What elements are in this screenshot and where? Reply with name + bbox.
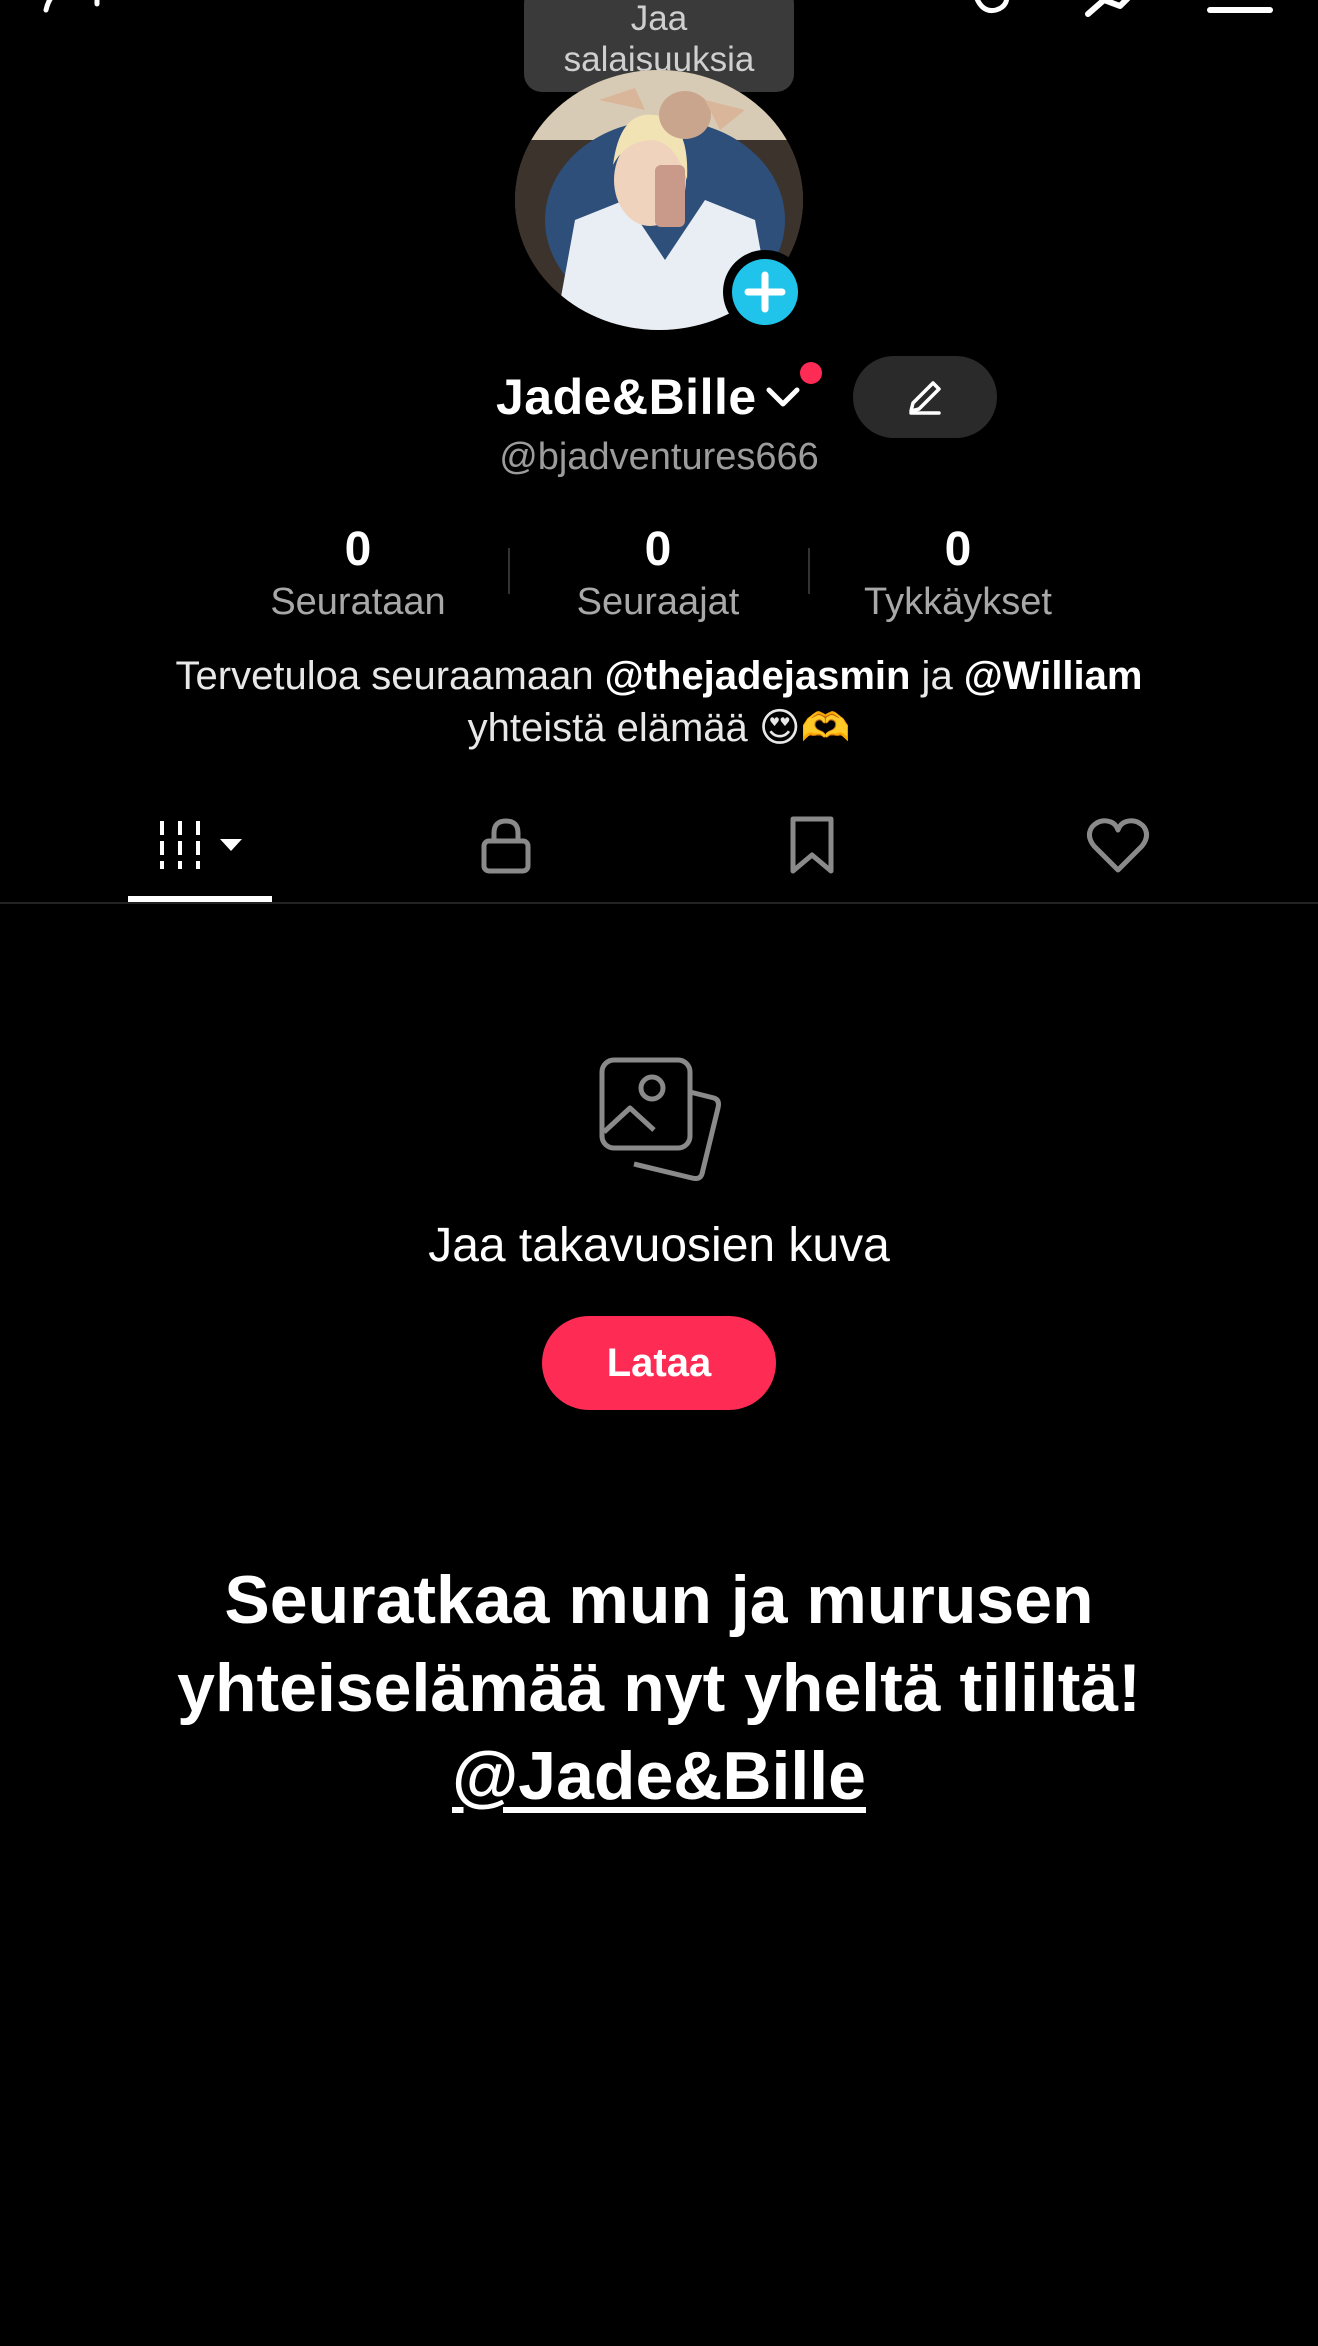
add-story-button[interactable]	[723, 250, 807, 334]
overlay-line1: Seuratkaa mun ja murusen	[224, 1562, 1094, 1638]
overlay-line2: yhteiselämää nyt yheltä tililtä!	[177, 1650, 1141, 1726]
chevron-down-icon	[766, 387, 800, 407]
plus-icon	[732, 259, 798, 325]
account-switcher[interactable]: Jade&Bille	[496, 362, 803, 432]
tab-videos[interactable]	[128, 800, 272, 890]
grid-icon	[160, 821, 242, 869]
upload-button[interactable]: Lataa	[542, 1316, 776, 1410]
lock-icon	[481, 818, 531, 874]
stat-value: 0	[644, 523, 672, 576]
stat-following[interactable]: 0 Seurataan	[208, 522, 508, 626]
tab-liked[interactable]	[1046, 800, 1190, 890]
empty-state-title: Jaa takavuosien kuva	[428, 1219, 890, 1272]
bio-mention-link[interactable]: @William	[964, 654, 1143, 698]
tab-saved[interactable]	[740, 800, 884, 890]
photo-icon	[599, 1057, 721, 1181]
bio-text: ja	[910, 654, 964, 698]
bio-text-line2: yhteistä elämää 😍🫶	[467, 706, 851, 750]
username-handle: @bjadventures666	[499, 436, 819, 478]
display-name: Jade&Bille	[496, 369, 757, 425]
heart-icon	[1086, 818, 1150, 873]
add-friend-icon[interactable]	[40, 0, 112, 20]
stat-value: 0	[944, 523, 972, 576]
tab-private[interactable]	[434, 800, 578, 890]
stat-followers[interactable]: 0 Seuraajat	[508, 522, 808, 626]
pencil-icon	[909, 381, 941, 415]
menu-icon[interactable]	[1204, 0, 1276, 20]
overlay-mention: @Jade&Bille	[451, 1738, 866, 1814]
overlay-caption: Seuratkaa mun ja murusen yhteiselämää ny…	[100, 1556, 1218, 1820]
activity-icon[interactable]	[966, 0, 1038, 20]
stat-likes[interactable]: 0 Tykkäykset	[808, 522, 1108, 626]
edit-profile-button[interactable]	[853, 356, 997, 438]
stat-label: Seuraajat	[576, 581, 740, 623]
profile-bio: Tervetuloa seuraamaan @thejadejasmin ja …	[100, 650, 1218, 754]
tooltip-text-line1: Jaa	[630, 0, 688, 38]
stat-label: Seurataan	[270, 581, 446, 623]
notification-dot	[800, 362, 822, 384]
tab-bar-divider	[0, 902, 1318, 904]
bookmark-icon	[790, 816, 834, 874]
bio-text: Tervetuloa seuraamaan	[175, 654, 605, 698]
stat-value: 0	[344, 523, 372, 576]
stat-label: Tykkäykset	[864, 581, 1052, 623]
bio-mention-link[interactable]: @thejadejasmin	[605, 654, 911, 698]
share-profile-icon[interactable]	[1084, 0, 1156, 20]
